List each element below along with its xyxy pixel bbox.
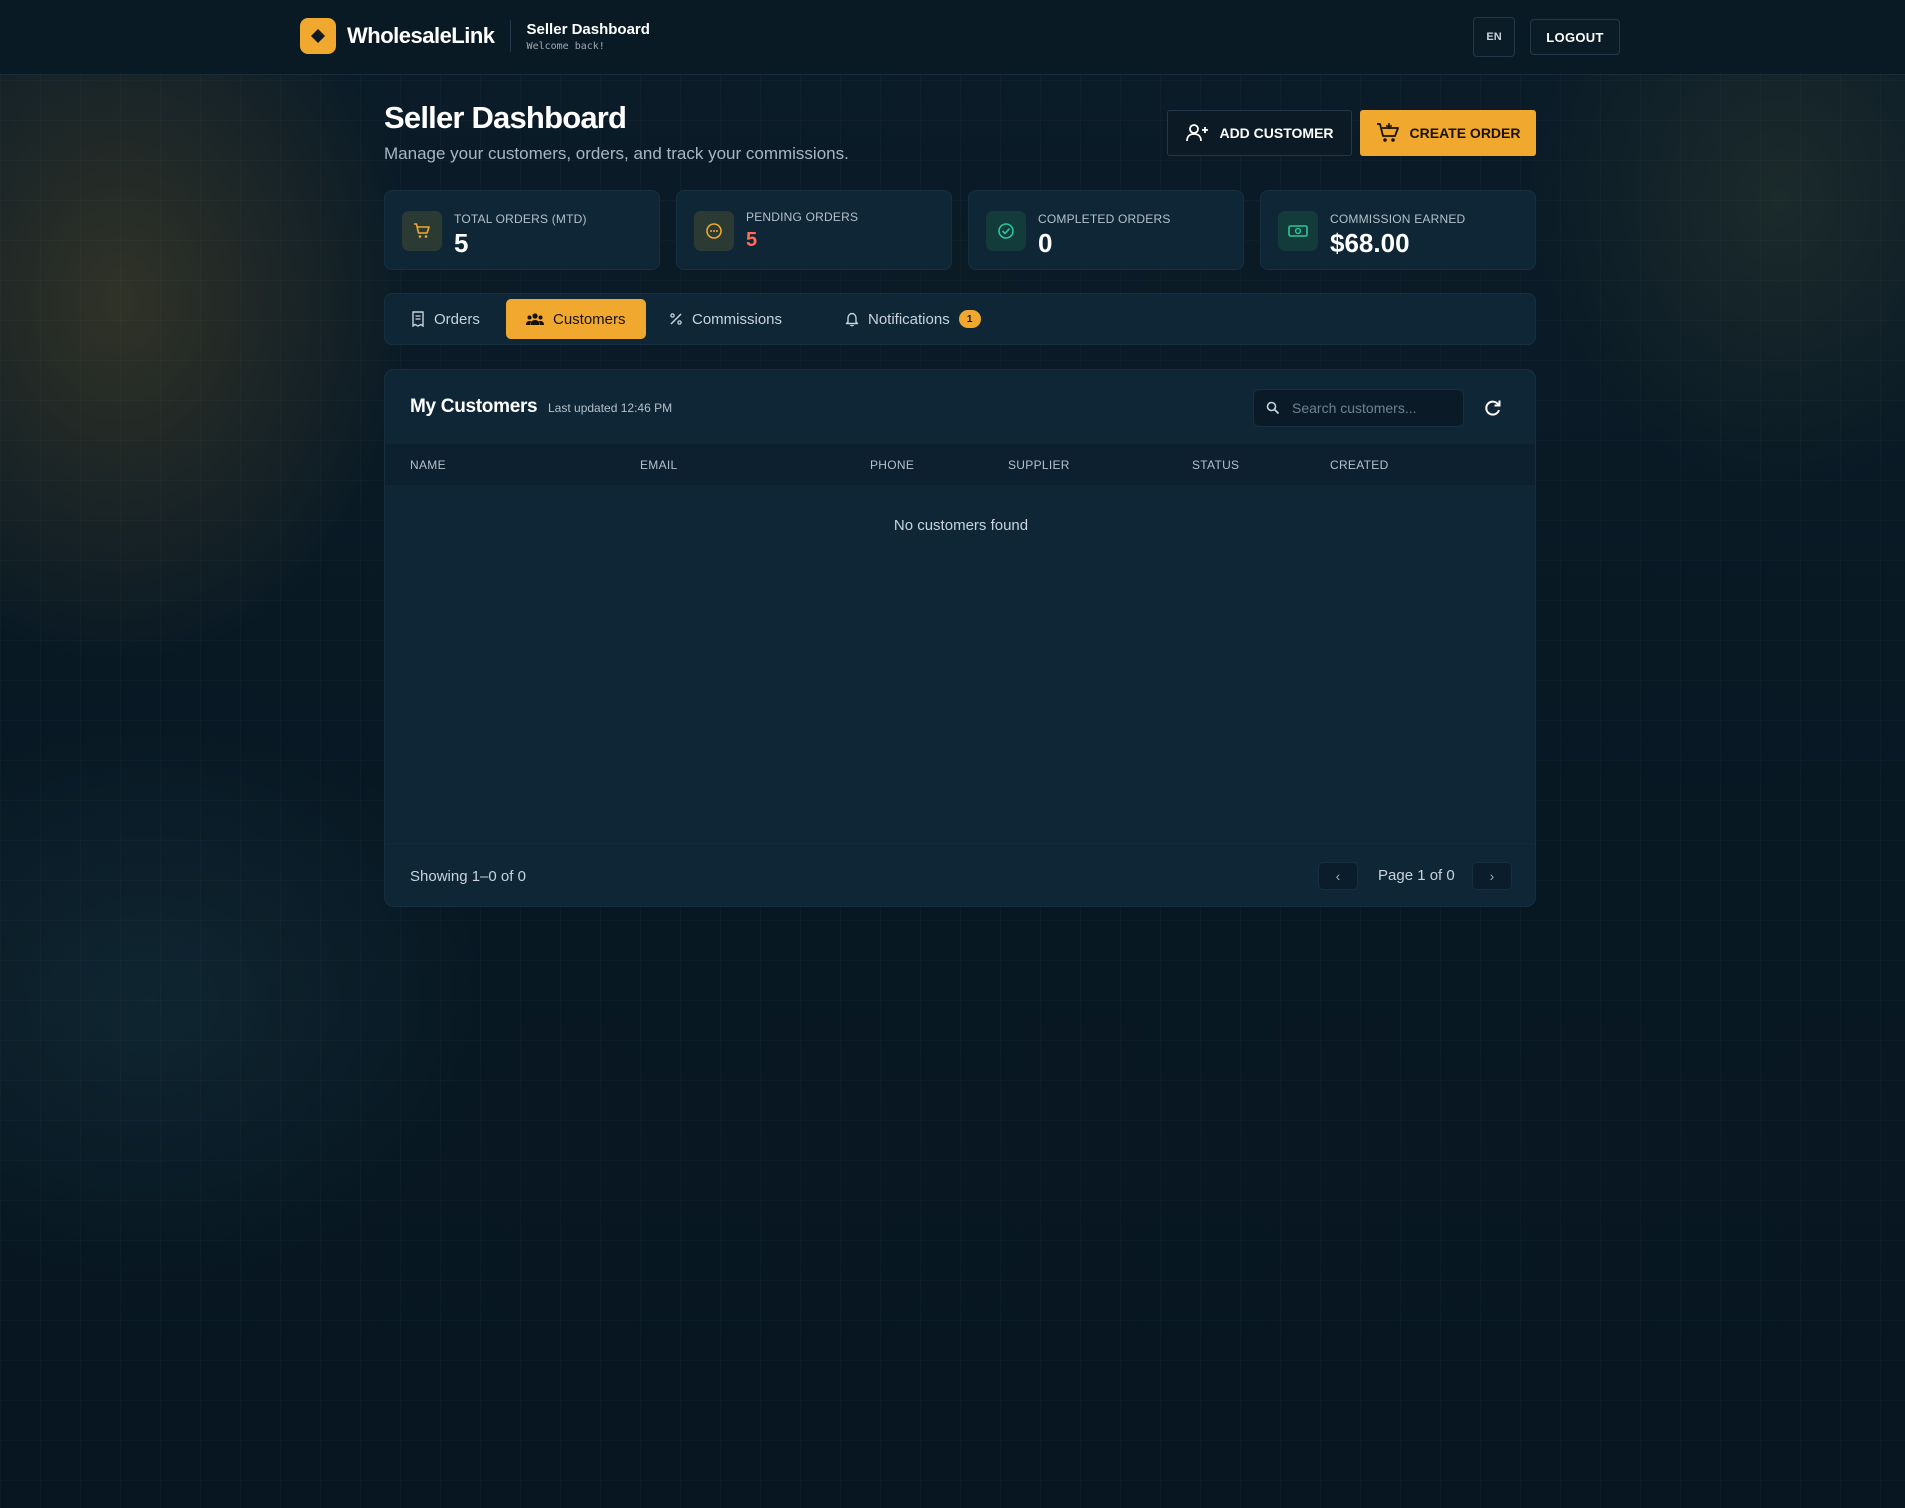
brand-logo-icon: [300, 18, 336, 54]
language-button[interactable]: EN: [1473, 17, 1515, 57]
check-circle-icon: [986, 211, 1026, 251]
tab-label: Commissions: [692, 310, 783, 328]
stat-label: COMMISSION EARNED: [1330, 212, 1466, 226]
page-info: Page 1 of 0: [1378, 867, 1455, 884]
prev-page-button[interactable]: ‹: [1318, 862, 1358, 890]
panel-title: My Customers: [410, 396, 538, 417]
search-input[interactable]: [1292, 400, 1452, 416]
notification-badge: 1: [958, 310, 981, 328]
stat-value: $68.00: [1330, 228, 1410, 258]
stat-card-commission-earned: COMMISSION EARNED $68.00: [1260, 190, 1536, 270]
table-header: NAME EMAIL PHONE SUPPLIER STATUS CREATED: [385, 444, 1535, 485]
add-customer-button[interactable]: ADD CUSTOMER: [1167, 110, 1352, 156]
tab-orders[interactable]: Orders: [391, 299, 500, 339]
refresh-icon: [1485, 400, 1501, 416]
tab-notifications[interactable]: Notifications 1: [825, 299, 1001, 339]
column-header-created[interactable]: CREATED: [1330, 458, 1389, 472]
showing-count: Showing 1–0 of 0: [410, 868, 526, 885]
stat-card-pending-orders: PENDING ORDERS 5: [676, 190, 952, 270]
context-title: Seller Dashboard: [526, 20, 650, 38]
tab-commissions[interactable]: Commissions: [649, 299, 802, 339]
stat-value: 5: [746, 229, 758, 251]
create-order-label: CREATE ORDER: [1409, 125, 1521, 141]
cart-plus-icon: [1376, 123, 1399, 142]
column-header-name[interactable]: NAME: [410, 458, 446, 472]
tab-label: Orders: [434, 310, 480, 328]
search-icon: [1266, 401, 1280, 415]
column-header-phone[interactable]: PHONE: [870, 458, 914, 472]
column-header-status[interactable]: STATUS: [1192, 458, 1239, 472]
stat-card-completed-orders: COMPLETED ORDERS 0: [968, 190, 1244, 270]
brand-name: WholesaleLink: [347, 23, 495, 48]
last-updated: Last updated 12:46 PM: [548, 401, 673, 415]
stat-value: 5: [454, 228, 469, 258]
refresh-button[interactable]: [1479, 394, 1507, 422]
tab-label: Customers: [553, 310, 626, 328]
column-header-supplier[interactable]: SUPPLIER: [1008, 458, 1070, 472]
column-header-email[interactable]: EMAIL: [640, 458, 678, 472]
logout-button[interactable]: LOGOUT: [1530, 19, 1620, 55]
brand[interactable]: WholesaleLink Seller Dashboard Welcome b…: [300, 18, 650, 54]
tab-label: Notifications: [868, 310, 950, 328]
top-bar: WholesaleLink Seller Dashboard Welcome b…: [0, 0, 1905, 75]
add-user-icon: [1186, 124, 1209, 142]
next-page-button[interactable]: ›: [1472, 862, 1512, 890]
brand-separator: [509, 20, 511, 52]
stat-label: COMPLETED ORDERS: [1038, 212, 1171, 226]
dashboard-tabs: Orders Customers Commissions Notificatio…: [384, 293, 1536, 345]
create-order-button[interactable]: CREATE ORDER: [1360, 110, 1536, 156]
pending-icon: [694, 211, 734, 251]
customers-panel: My Customers Last updated 12:46 PM NAME …: [384, 369, 1536, 907]
page-title: Seller Dashboard: [384, 100, 627, 135]
brand-context: Seller Dashboard Welcome back!: [527, 21, 650, 52]
context-subtitle: Welcome back!: [526, 40, 605, 52]
percent-icon: [670, 313, 682, 325]
empty-state-message: No customers found: [893, 517, 1029, 534]
tab-customers[interactable]: Customers: [506, 299, 646, 339]
stat-label: TOTAL ORDERS (MTD): [454, 212, 587, 226]
bell-icon: [845, 312, 859, 327]
users-icon: [526, 313, 544, 325]
receipt-icon: [412, 311, 424, 327]
pagination-bar: Showing 1–0 of 0 ‹ Page 1 of 0 ›: [385, 843, 1535, 906]
stat-label: PENDING ORDERS: [746, 210, 859, 224]
cash-icon: [1278, 211, 1318, 251]
search-box[interactable]: [1253, 389, 1464, 427]
stat-card-total-orders: TOTAL ORDERS (MTD) 5: [384, 190, 660, 270]
cart-icon: [402, 211, 442, 251]
page-subtitle: Manage your customers, orders, and track…: [384, 144, 849, 163]
add-customer-label: ADD CUSTOMER: [1219, 125, 1334, 141]
stat-value: 0: [1038, 228, 1053, 258]
